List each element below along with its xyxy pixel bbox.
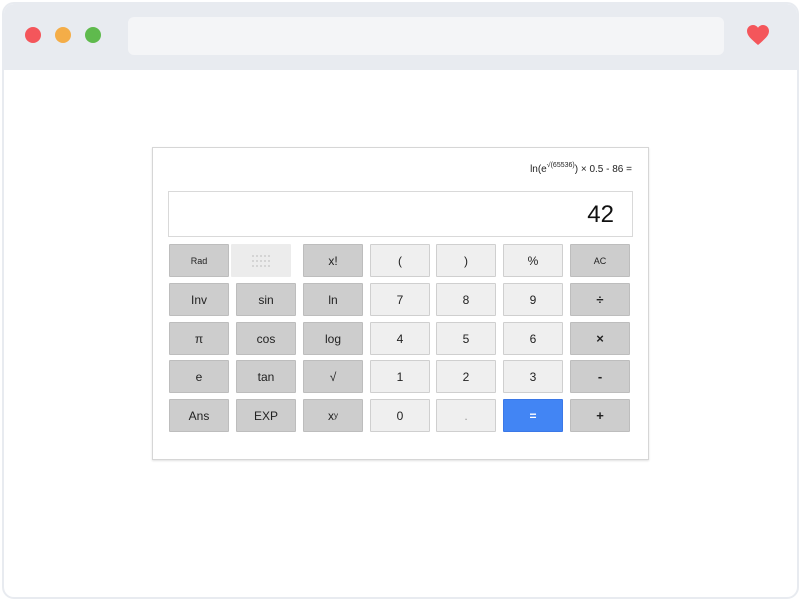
percent-button[interactable]: % <box>503 244 563 277</box>
log-button[interactable]: log <box>303 322 363 355</box>
sin-button[interactable]: sin <box>236 283 296 316</box>
address-bar[interactable] <box>128 17 724 55</box>
expression-history[interactable]: ln(e√(65536)) × 0.5 - 86 = <box>530 162 632 175</box>
power-button[interactable]: xy <box>303 399 363 432</box>
digit-0-button[interactable]: 0 <box>370 399 430 432</box>
plus-button[interactable]: + <box>570 399 630 432</box>
calculator: ln(e√(65536)) × 0.5 - 86 = 42 Rad x! ( )… <box>152 147 649 460</box>
minimize-window-button[interactable] <box>55 27 71 43</box>
power-exponent-label: y <box>334 411 338 420</box>
digit-7-button[interactable]: 7 <box>370 283 430 316</box>
cos-button[interactable]: cos <box>236 322 296 355</box>
heart-icon[interactable] <box>746 24 770 46</box>
equals-button[interactable]: = <box>503 399 563 432</box>
factorial-button[interactable]: x! <box>303 244 363 277</box>
result-display: 42 <box>168 191 633 237</box>
close-paren-button[interactable]: ) <box>436 244 496 277</box>
digit-3-button[interactable]: 3 <box>503 360 563 393</box>
digit-4-button[interactable]: 4 <box>370 322 430 355</box>
browser-titlebar <box>4 4 797 70</box>
inv-button[interactable]: Inv <box>169 283 229 316</box>
expression-suffix: ) × 0.5 - 86 = <box>574 164 632 175</box>
divide-button[interactable]: ÷ <box>570 283 630 316</box>
decimal-button[interactable]: . <box>436 399 496 432</box>
exp-button[interactable]: EXP <box>236 399 296 432</box>
open-paren-button[interactable]: ( <box>370 244 430 277</box>
keypad: Rad x! ( ) % AC Inv sin ln 7 8 9 ÷ π cos… <box>169 244 632 434</box>
expression-prefix: ln(e <box>530 164 547 175</box>
browser-window: ln(e√(65536)) × 0.5 - 86 = 42 Rad x! ( )… <box>2 2 799 599</box>
pi-button[interactable]: π <box>169 322 229 355</box>
expression-exponent: √(65536) <box>546 162 575 169</box>
digit-2-button[interactable]: 2 <box>436 360 496 393</box>
digit-9-button[interactable]: 9 <box>503 283 563 316</box>
digit-5-button[interactable]: 5 <box>436 322 496 355</box>
result-value: 42 <box>587 201 614 228</box>
digit-8-button[interactable]: 8 <box>436 283 496 316</box>
ln-button[interactable]: ln <box>303 283 363 316</box>
multiply-button[interactable]: × <box>570 322 630 355</box>
maximize-window-button[interactable] <box>85 27 101 43</box>
rad-button[interactable]: Rad <box>169 244 229 277</box>
close-window-button[interactable] <box>25 27 41 43</box>
digit-1-button[interactable]: 1 <box>370 360 430 393</box>
minus-button[interactable]: - <box>570 360 630 393</box>
e-button[interactable]: e <box>169 360 229 393</box>
tan-button[interactable]: tan <box>236 360 296 393</box>
clear-button[interactable]: AC <box>570 244 630 277</box>
digit-6-button[interactable]: 6 <box>503 322 563 355</box>
sqrt-button[interactable]: √ <box>303 360 363 393</box>
grid-icon <box>252 254 270 267</box>
deg-button <box>231 244 291 277</box>
ans-button[interactable]: Ans <box>169 399 229 432</box>
